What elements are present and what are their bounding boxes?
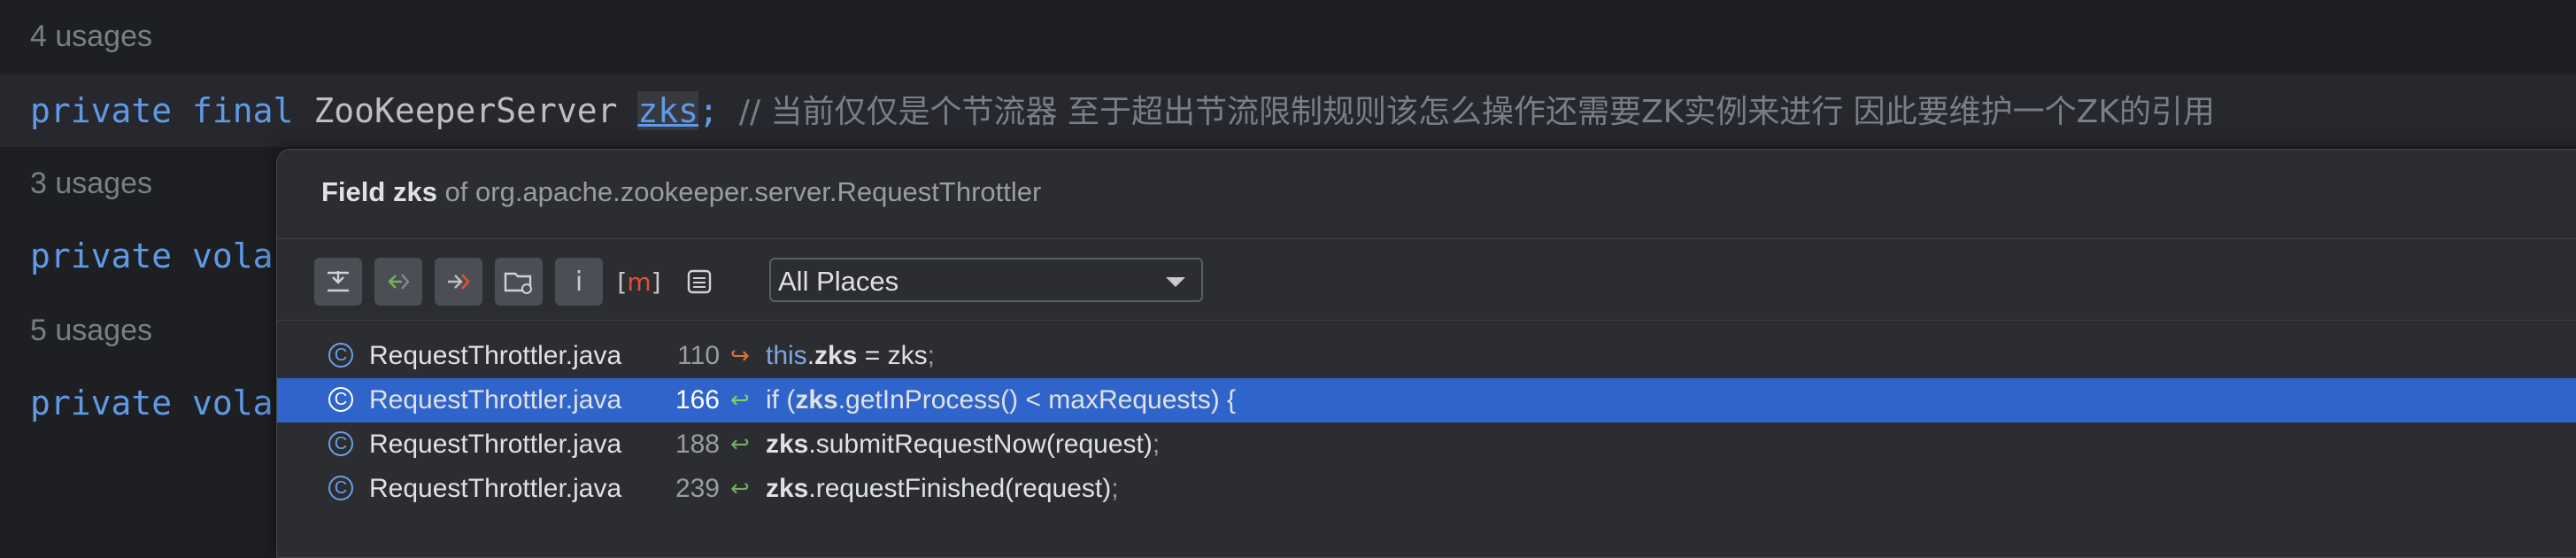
snippet-rest: .submitRequestNow(request): [808, 430, 1153, 459]
snippet-match: zks: [814, 341, 858, 370]
class-icon: C: [328, 387, 353, 412]
usages-link[interactable]: 4 usages: [30, 0, 152, 73]
usage-snippet: zks.submitRequestNow(request);: [766, 422, 1160, 467]
usage-snippet: this.zks = zks;: [766, 334, 935, 378]
chevron-down-icon: [1166, 277, 1185, 287]
class-icon: C: [328, 431, 353, 456]
usage-snippet: if (zks.getInProcess() < maxRequests) {: [766, 378, 1236, 422]
method-icon[interactable]: [m]: [615, 258, 663, 306]
usage-line-number: 239: [675, 474, 720, 503]
code-comment: // 当前仅仅是个节流器 至于超出节流限制规则该怎么操作还需要ZK实例来进行 因…: [738, 94, 2215, 130]
popup-title: Field zks of org.apache.zookeeper.server…: [321, 176, 1041, 208]
info-icon[interactable]: i: [555, 258, 603, 306]
snippet-end: ;: [1111, 474, 1119, 503]
read-access-icon: ↩: [730, 431, 750, 458]
snippet-match: zks: [766, 474, 809, 503]
popup-header: Field zks of org.apache.zookeeper.server…: [277, 150, 2576, 238]
scope-value: All Places: [778, 266, 899, 297]
preview-icon[interactable]: [675, 258, 723, 306]
usage-row[interactable]: C RequestThrottler.java 110 ↪ this.zks =…: [277, 334, 2576, 378]
snippet-rest: .requestFinished(request): [808, 474, 1112, 503]
keyword: private: [30, 384, 173, 422]
usage-line-number: 166: [675, 385, 720, 415]
read-access-icon: ↩: [730, 476, 750, 502]
write-access-icon[interactable]: [435, 258, 482, 306]
usage-file: RequestThrottler.java: [369, 341, 622, 370]
code-line-current[interactable]: private final ZooKeeperServer zks; // 当前…: [0, 74, 2576, 147]
snippet-end: ;: [1152, 430, 1161, 459]
read-access-icon[interactable]: [374, 258, 422, 306]
merge-lines-icon[interactable]: [314, 258, 362, 306]
snippet-match: zks: [795, 385, 838, 415]
keyword: private: [30, 236, 173, 275]
write-access-icon: ↪: [730, 343, 750, 369]
find-usages-popup[interactable]: Field zks of org.apache.zookeeper.server…: [276, 149, 2576, 558]
popup-title-field: Field zks: [321, 176, 437, 207]
divider: [277, 238, 2576, 239]
keyword: vola: [192, 236, 274, 275]
code-text: private vola: [30, 367, 274, 439]
usage-file: RequestThrottler.java: [369, 385, 622, 415]
snippet-pre: .: [806, 341, 815, 370]
class-icon: C: [328, 476, 353, 500]
keyword: vola: [192, 384, 274, 422]
snippet-this: this: [766, 341, 807, 370]
code-text: private final ZooKeeperServer zks; // 当前…: [30, 74, 2215, 149]
snippet-rest: = zks: [857, 341, 928, 370]
code-text: private vola: [30, 220, 274, 292]
usage-line-number: 188: [675, 430, 720, 459]
usage-line-number: 110: [677, 341, 720, 370]
popup-title-class: of org.apache.zookeeper.server.RequestTh…: [436, 176, 1042, 207]
usages-list: C RequestThrottler.java 110 ↪ this.zks =…: [277, 334, 2576, 511]
folder-settings-icon[interactable]: [495, 258, 543, 306]
snippet-rest: .getInProcess() < maxRequests) {: [837, 385, 1237, 415]
scope-dropdown[interactable]: All Places: [769, 258, 1203, 302]
class-icon: C: [328, 343, 353, 368]
usage-row[interactable]: C RequestThrottler.java 239 ↩ zks.reques…: [277, 467, 2576, 511]
semicolon: ;: [698, 91, 719, 130]
code-lens-line: 4 usages: [0, 0, 2576, 73]
keyword: private: [30, 91, 173, 130]
field-name[interactable]: zks: [637, 91, 699, 130]
keyword: final: [192, 91, 294, 130]
divider: [277, 320, 2576, 321]
usage-file: RequestThrottler.java: [369, 430, 622, 459]
snippet-match: zks: [766, 430, 809, 459]
usage-snippet: zks.requestFinished(request);: [766, 467, 1119, 511]
usage-file: RequestThrottler.java: [369, 474, 622, 503]
snippet-end: ;: [927, 341, 935, 370]
usages-link[interactable]: 5 usages: [30, 294, 152, 367]
usage-row-selected[interactable]: C RequestThrottler.java 166 ↩ if (zks.ge…: [277, 378, 2576, 422]
usages-link[interactable]: 3 usages: [30, 147, 152, 220]
popup-toolbar: i [m]: [314, 254, 723, 309]
type-name: ZooKeeperServer: [313, 91, 618, 130]
snippet-pre: if (: [766, 385, 796, 415]
usage-row[interactable]: C RequestThrottler.java 188 ↩ zks.submit…: [277, 422, 2576, 467]
read-access-icon: ↩: [730, 387, 750, 414]
